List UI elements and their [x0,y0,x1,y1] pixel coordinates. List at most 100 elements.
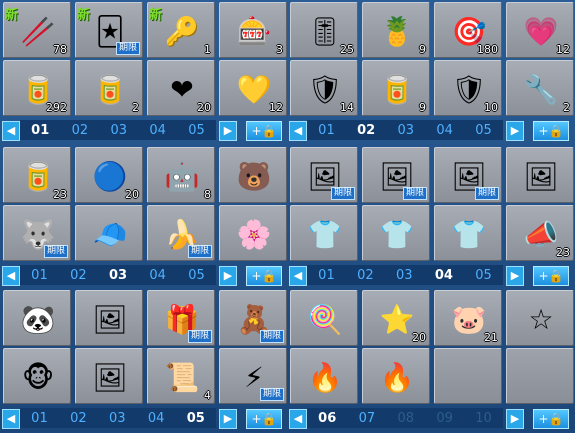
page-number[interactable]: 02 [70,411,87,426]
page-number[interactable]: 01 [31,123,49,138]
inventory-slot[interactable]: ⚡ 期限 [219,348,287,404]
prev-page-arrow-icon[interactable]: ◀ [289,409,307,429]
inventory-slot[interactable]: 🎚 25 [290,2,358,58]
page-number[interactable]: 04 [435,268,453,283]
page-number[interactable]: 08 [398,411,415,426]
page-number[interactable]: 04 [436,123,453,138]
inventory-slot[interactable]: 👕 [290,205,358,261]
inventory-slot[interactable]: 🖼 期限 [290,147,358,203]
limited-time-badge: 期限 [187,245,212,258]
prev-page-arrow-icon[interactable]: ◀ [2,266,20,286]
page-number[interactable]: 09 [436,411,453,426]
inventory-slot[interactable]: 👕 [362,205,430,261]
inventory-slot[interactable]: 🐼 [3,290,71,346]
inventory-slot[interactable]: 🔵 20 [75,147,143,203]
page-number[interactable]: 01 [31,411,48,426]
next-page-arrow-icon[interactable]: ▶ [219,121,237,141]
inventory-slot[interactable]: 💛 12 [219,60,287,116]
inventory-slot[interactable] [506,348,574,404]
red-shirt-icon: 👕 [379,217,415,251]
prev-page-arrow-icon[interactable]: ◀ [289,121,307,141]
prev-page-arrow-icon[interactable]: ◀ [2,121,20,141]
inventory-slot[interactable]: 🔥 [362,348,430,404]
inventory-slot[interactable]: ☆ [506,290,574,346]
inventory-slot[interactable]: 🖼 期限 [434,147,502,203]
inventory-panel: 🎚 25 🍍 9 🎯 180 💗 12 🛡 14 🥫 9 🛡 10 🔧 2 ◀ 01 02 03 04 05 ▶ +🔒 [287,0,574,143]
page-number[interactable]: 02 [70,268,87,283]
inventory-slot[interactable]: 🍭 [290,290,358,346]
page-number[interactable]: 02 [357,268,374,283]
expand-slots-button[interactable]: +🔒 [246,121,282,141]
inventory-slot[interactable]: 🖼 [75,290,143,346]
inventory-slot[interactable]: 🍍 9 [362,2,430,58]
inventory-slot[interactable]: 🍌 期限 [147,205,215,261]
next-page-arrow-icon[interactable]: ▶ [219,266,237,286]
inventory-slot[interactable]: 🎁 期限 [147,290,215,346]
expand-slots-button[interactable]: +🔒 [246,266,282,286]
inventory-slot[interactable]: 🌸 [219,205,287,261]
page-number[interactable]: 04 [149,123,166,138]
page-number[interactable]: 01 [31,268,48,283]
page-number[interactable]: 02 [72,123,89,138]
inventory-slot[interactable]: 🔥 [290,348,358,404]
page-number[interactable]: 01 [318,123,335,138]
prev-page-arrow-icon[interactable]: ◀ [289,266,307,286]
inventory-slot[interactable]: 🎰 3 [219,2,287,58]
page-number[interactable]: 10 [475,411,492,426]
inventory-slot[interactable]: 🥫 23 [3,147,71,203]
page-number[interactable]: 06 [318,411,336,426]
inventory-slot[interactable]: ⭐ 20 [362,290,430,346]
inventory-slot[interactable]: 🖼 [506,147,574,203]
inventory-slot[interactable]: 🔧 2 [506,60,574,116]
next-page-arrow-icon[interactable]: ▶ [506,409,524,429]
inventory-slot[interactable]: 💗 12 [506,2,574,58]
inventory-slot[interactable]: 🐻 [219,147,287,203]
page-number[interactable]: 03 [398,123,415,138]
item-quantity: 8 [204,188,211,201]
page-number[interactable]: 04 [148,411,165,426]
inventory-slot[interactable]: 📣 23 [506,205,574,261]
inventory-slot[interactable]: 🛡 14 [290,60,358,116]
next-page-arrow-icon[interactable]: ▶ [506,121,524,141]
inventory-slot[interactable]: 🧢 [75,205,143,261]
expand-slots-button[interactable]: +🔒 [533,121,569,141]
page-number[interactable]: 02 [357,123,375,138]
page-number[interactable]: 05 [187,411,205,426]
inventory-slot[interactable]: 🖼 期限 [362,147,430,203]
inventory-slot[interactable]: 🥫 9 [362,60,430,116]
page-number[interactable]: 05 [475,123,492,138]
page-number[interactable]: 01 [318,268,335,283]
inventory-slot[interactable]: ❤ 20 [147,60,215,116]
inventory-slot[interactable]: 🐷 21 [434,290,502,346]
prev-page-arrow-icon[interactable]: ◀ [2,409,20,429]
next-page-arrow-icon[interactable]: ▶ [506,266,524,286]
page-number[interactable]: 04 [149,268,166,283]
page-number[interactable]: 05 [188,123,205,138]
page-number[interactable]: 03 [109,268,127,283]
inventory-slot[interactable]: 🎯 180 [434,2,502,58]
inventory-slot[interactable]: 👕 [434,205,502,261]
inventory-slot[interactable]: 🐺 期限 [3,205,71,261]
inventory-slot[interactable]: 🐵 [3,348,71,404]
inventory-slot[interactable]: 🃏 新期限 [75,2,143,58]
inventory-slot[interactable]: 🧸 期限 [219,290,287,346]
expand-slots-button[interactable]: +🔒 [533,266,569,286]
page-number[interactable]: 03 [109,411,126,426]
page-number[interactable]: 05 [188,268,205,283]
inventory-slot[interactable]: 🥫 292 [3,60,71,116]
page-number[interactable]: 05 [475,268,492,283]
inventory-slot[interactable]: 🥫 2 [75,60,143,116]
inventory-slot[interactable]: 📜 4 [147,348,215,404]
next-page-arrow-icon[interactable]: ▶ [219,409,237,429]
inventory-slot[interactable] [434,348,502,404]
inventory-slot[interactable]: 🔑 新 1 [147,2,215,58]
inventory-slot[interactable]: 🥢 新 78 [3,2,71,58]
inventory-slot[interactable]: 🛡 10 [434,60,502,116]
expand-slots-button[interactable]: +🔒 [246,409,282,429]
inventory-slot[interactable]: 🤖 8 [147,147,215,203]
page-number[interactable]: 07 [359,411,376,426]
page-number[interactable]: 03 [396,268,413,283]
page-number[interactable]: 03 [111,123,128,138]
expand-slots-button[interactable]: +🔒 [533,409,569,429]
inventory-slot[interactable]: 🖼 [75,348,143,404]
